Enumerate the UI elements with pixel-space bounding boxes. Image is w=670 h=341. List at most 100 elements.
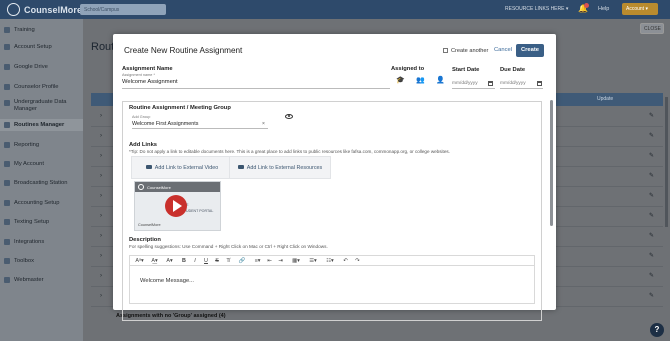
chevron-right-icon[interactable]: › — [100, 193, 102, 199]
start-date-heading: Start Date — [452, 67, 480, 73]
graduation-cap-icon[interactable]: 🎓 — [396, 77, 405, 84]
sidebar-item-routines-manager[interactable]: Routines Manager — [0, 119, 83, 131]
calendar-icon[interactable] — [537, 81, 542, 86]
numbered-list-dropdown[interactable]: ☷▾ — [324, 258, 336, 265]
google-drive-icon — [4, 64, 10, 70]
chevron-right-icon[interactable]: › — [100, 153, 102, 159]
sidebar-item-undergraduate-data-manager[interactable]: Undergraduate Data Manager — [0, 97, 83, 115]
notification-badge — [584, 3, 589, 8]
font-size-dropdown[interactable]: A͟▾ — [148, 258, 161, 265]
edit-icon[interactable]: ✎ — [649, 232, 654, 239]
dialog-scrollbar[interactable] — [550, 100, 553, 226]
sidebar-item-my-account[interactable]: My Account — [0, 158, 83, 170]
chevron-right-icon[interactable]: › — [100, 253, 102, 259]
due-date-input[interactable]: mm/dd/yyyy — [500, 81, 526, 86]
bold-button[interactable]: B — [181, 258, 187, 265]
chevron-right-icon[interactable]: › — [100, 293, 102, 299]
toolbox-icon — [4, 258, 10, 264]
edit-icon[interactable]: ✎ — [649, 192, 654, 199]
eye-icon[interactable] — [285, 114, 293, 119]
add-external-video-button[interactable]: Add Link to External Video — [131, 156, 233, 179]
chevron-right-icon[interactable]: › — [100, 213, 102, 219]
edit-icon[interactable]: ✎ — [649, 292, 654, 299]
sidebar-item-google-drive[interactable]: Google Drive — [0, 61, 83, 73]
video-channel-name: CounselMore — [147, 185, 171, 190]
person-icon[interactable]: 👤 — [436, 77, 445, 84]
calendar-icon[interactable] — [488, 81, 493, 86]
create-another-checkbox[interactable]: Create another — [443, 48, 488, 54]
video-thumbnail[interactable]: CounselMore WELCOME YOUR STUDENT PORTAL … — [134, 181, 221, 231]
add-links-tip: *Tip: Do not apply a link to editable do… — [129, 149, 450, 154]
play-icon[interactable] — [165, 195, 187, 217]
add-group-sublabel: Add Group — [132, 115, 151, 119]
page-scrollbar[interactable] — [665, 97, 668, 227]
redo-icon[interactable]: ↷ — [354, 258, 361, 265]
chevron-right-icon[interactable]: › — [100, 273, 102, 279]
edit-icon[interactable]: ✎ — [649, 112, 654, 119]
cancel-button[interactable]: Cancel — [494, 47, 512, 53]
add-external-resources-button[interactable]: Add Link to External Resources — [229, 156, 331, 179]
clear-group-icon[interactable]: × — [262, 121, 265, 127]
edit-icon[interactable]: ✎ — [649, 132, 654, 139]
table-dropdown[interactable]: ▦▾ — [290, 258, 302, 265]
sidebar-item-texting-setup[interactable]: Texting Setup — [0, 216, 83, 228]
chevron-right-icon[interactable]: › — [100, 233, 102, 239]
edit-icon[interactable]: ✎ — [649, 152, 654, 159]
edit-icon[interactable]: ✎ — [649, 172, 654, 179]
description-editor[interactable]: Welcome Message... — [129, 266, 535, 304]
chevron-right-icon[interactable]: › — [100, 173, 102, 179]
text-color-dropdown[interactable]: A▾ — [164, 258, 175, 265]
brand-logo-icon[interactable] — [7, 3, 20, 16]
data-manager-icon — [4, 100, 10, 106]
add-links-heading: Add Links — [129, 142, 158, 148]
chevron-right-icon[interactable]: › — [100, 133, 102, 139]
checkbox-icon[interactable] — [443, 48, 448, 53]
align-dropdown[interactable]: ≡▾ — [252, 258, 263, 265]
start-date-input[interactable]: mm/dd/yyyy — [452, 81, 478, 86]
sidebar-item-label: Counselor Profile — [14, 84, 59, 90]
close-button[interactable]: CLOSE — [640, 23, 664, 34]
bullet-list-dropdown[interactable]: ☰▾ — [307, 258, 319, 265]
sidebar-item-counselor-profile[interactable]: Counselor Profile — [0, 81, 83, 93]
sidebar-item-webmaster[interactable]: Webmaster — [0, 274, 83, 286]
account-menu-button[interactable]: Account ▾ — [622, 3, 658, 15]
create-button[interactable]: Create — [516, 44, 544, 57]
clear-format-button[interactable]: T̸ — [225, 258, 231, 265]
italic-button[interactable]: I — [192, 258, 198, 265]
rich-text-toolbar: Aᵃ▾ A͟▾ A▾ B I U S T̸ 🔗 ≡▾ ⇤ ⇥ ▦▾ ☰▾ ☷▾ … — [129, 255, 535, 266]
help-link[interactable]: Help — [598, 6, 609, 12]
sidebar-item-label: Training — [14, 27, 35, 33]
underline-button[interactable]: U — [203, 258, 209, 265]
edit-icon[interactable]: ✎ — [649, 212, 654, 219]
sidebar-item-reporting[interactable]: Reporting — [0, 139, 83, 151]
editor-content[interactable]: Welcome Message... — [140, 278, 194, 284]
help-icon[interactable]: ? — [650, 323, 664, 337]
sidebar-item-label: Google Drive — [14, 64, 48, 70]
group-select-input[interactable]: Welcome First Assignments — [132, 121, 198, 127]
sidebar-item-account-setup[interactable]: Account Setup — [0, 41, 83, 53]
brand-name[interactable]: CounselMore — [24, 5, 82, 15]
font-family-dropdown[interactable]: Aᵃ▾ — [133, 258, 146, 265]
insert-link-icon[interactable]: 🔗 — [238, 258, 246, 265]
sidebar-item-accounting-setup[interactable]: Accounting Setup — [0, 197, 83, 209]
sidebar-item-label: Webmaster — [14, 277, 44, 283]
school-search-input[interactable]: School/Campus — [80, 4, 166, 15]
resource-links-menu[interactable]: RESOURCE LINKS HERE ▾ — [505, 6, 568, 12]
strikethrough-button[interactable]: S — [214, 258, 220, 265]
indent-icon[interactable]: ⇥ — [277, 258, 284, 265]
assignment-name-input[interactable]: Welcome Assignment — [122, 79, 178, 85]
edit-icon[interactable]: ✎ — [649, 252, 654, 259]
sidebar-item-integrations[interactable]: Integrations — [0, 236, 83, 248]
assigned-to-heading: Assigned to — [391, 66, 425, 72]
sidebar-item-training[interactable]: Training — [0, 24, 83, 36]
sidebar-item-toolbox[interactable]: Toolbox — [0, 255, 83, 267]
chevron-right-icon[interactable]: › — [100, 113, 102, 119]
account-setup-icon — [4, 44, 10, 50]
outdent-icon[interactable]: ⇤ — [266, 258, 273, 265]
undo-icon[interactable]: ↶ — [342, 258, 349, 265]
group-icon[interactable]: 👥 — [416, 77, 425, 84]
group-underline — [132, 128, 268, 129]
edit-icon[interactable]: ✎ — [649, 272, 654, 279]
sidebar-item-broadcasting-station[interactable]: Broadcasting Station — [0, 177, 83, 189]
texting-icon — [4, 219, 10, 225]
